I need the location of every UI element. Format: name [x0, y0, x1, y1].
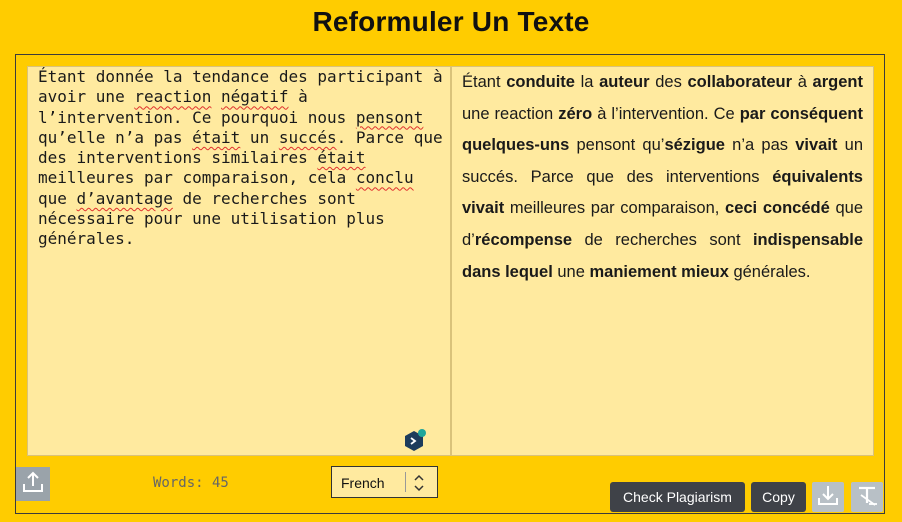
output-text-segment: une [552, 262, 590, 281]
input-text-segment [211, 87, 221, 106]
chevron-updown-icon [412, 472, 426, 494]
upload-button[interactable] [16, 467, 50, 501]
copy-button[interactable]: Copy [751, 482, 806, 512]
replaced-word: argent [812, 73, 863, 91]
output-text-segment: une reaction [462, 104, 559, 123]
output-text-segment: à [792, 73, 813, 91]
output-text-segment: des [649, 73, 688, 91]
input-text-segment: un [240, 127, 279, 147]
output-text-segment: meilleures par comparaison, [504, 199, 726, 218]
replaced-word: conduite [506, 73, 575, 91]
replaced-word: vivait [795, 136, 838, 155]
misspelled-word: était [192, 127, 241, 147]
download-icon [816, 483, 840, 512]
replaced-word: zéro [558, 104, 593, 123]
check-plagiarism-button[interactable]: Check Plagiarism [610, 482, 745, 512]
clear-format-button[interactable] [851, 482, 883, 512]
misspelled-word: pensont [355, 107, 424, 127]
output-text-segment: de recherches sont [572, 230, 753, 249]
page-title: Reformuler Un Texte [312, 6, 590, 37]
misspelled-word: d’avantage [76, 188, 173, 208]
replaced-word: maniement mieux [589, 262, 729, 281]
misspelled-word: négatif [221, 87, 289, 107]
replaced-word: auteur [599, 73, 650, 91]
download-button[interactable] [812, 482, 844, 512]
output-text-segment: Étant [462, 73, 507, 91]
output-text-segment: la [574, 73, 600, 91]
output-text-segment: n’a pas [724, 136, 796, 155]
upload-icon [21, 470, 45, 499]
misspelled-word: était [317, 148, 366, 168]
output-text-segment: à l’intervention. Ce [592, 104, 740, 123]
language-select-divider [405, 472, 406, 492]
language-select-value: French [341, 475, 385, 491]
clear-format-icon [855, 483, 879, 512]
misspelled-word: reaction [134, 87, 212, 107]
misspelled-word: conclu [355, 168, 414, 188]
output-text-segment: générales. [728, 262, 811, 281]
word-count: Words: 45 [153, 475, 229, 491]
grammar-assistant-icon[interactable] [402, 428, 428, 454]
replaced-word: ceci concédé [725, 199, 830, 218]
misspelled-word: succés [278, 127, 337, 147]
replaced-word: collaborateur [687, 73, 793, 91]
input-textarea[interactable]: Étant donnée la tendance des participant… [38, 67, 443, 250]
replaced-word: sézigue [664, 136, 725, 155]
output-text-segment: pensont qu’ [569, 136, 665, 155]
replaced-word: récompense [474, 230, 573, 249]
output-text: Étant conduite la auteur des collaborate… [462, 67, 863, 288]
language-select[interactable]: French [331, 466, 438, 498]
